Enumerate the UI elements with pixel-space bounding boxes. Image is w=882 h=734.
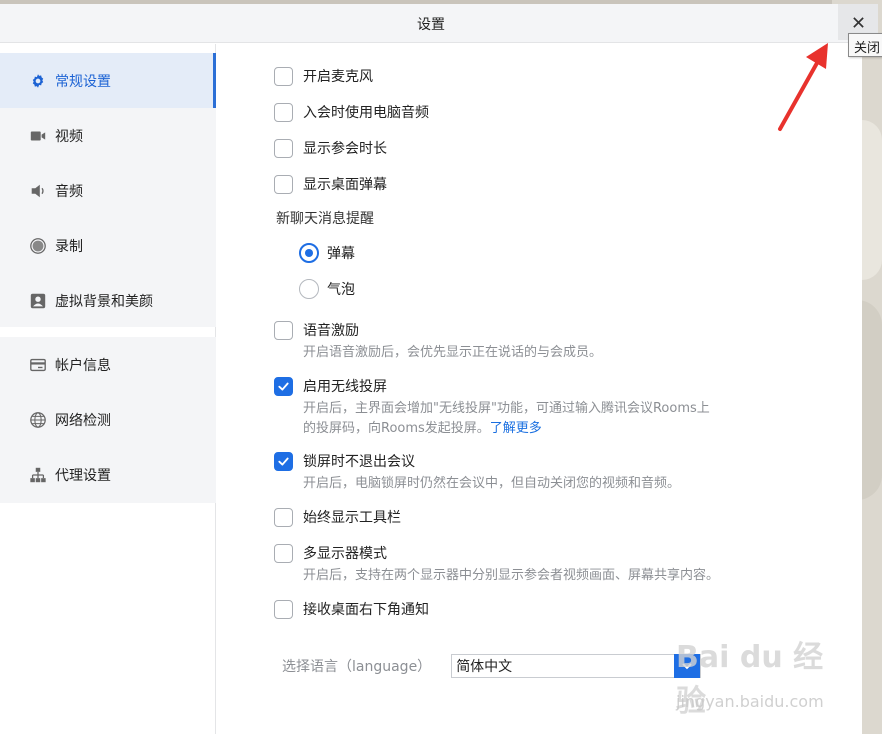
speaker-icon	[29, 182, 47, 200]
sidebar-item-label: 代理设置	[55, 467, 111, 484]
voice-motivation-description: 开启语音激励后，会优先显示正在说话的与会成员。	[303, 345, 603, 360]
close-icon	[852, 16, 864, 28]
settings-content: 开启麦克风 入会时使用电脑音频 显示参会时长 显示桌面弹幕 新聊天消息提醒 弹幕…	[217, 44, 862, 734]
record-icon	[29, 237, 47, 255]
setting-label: 语音激励	[303, 323, 359, 339]
sidebar-item-label: 录制	[55, 238, 83, 255]
radio-option-danmaku[interactable]: 弹幕	[299, 243, 355, 263]
setting-pc-audio[interactable]: 入会时使用电脑音频	[274, 102, 429, 122]
radio-label: 气泡	[327, 282, 355, 298]
description-line: 开启后，主界面会增加"无线投屏"功能，可通过输入腾讯会议Rooms上	[303, 401, 710, 416]
setting-wireless-cast[interactable]: 启用无线投屏	[274, 376, 387, 396]
setting-label: 多显示器模式	[303, 546, 387, 562]
sidebar-item-label: 音频	[55, 183, 83, 200]
sidebar-item-network-check[interactable]: 网络检测	[0, 392, 216, 447]
setting-voice-motivation[interactable]: 语音激励	[274, 320, 359, 340]
setting-label: 开启麦克风	[303, 69, 373, 85]
wireless-cast-description: 开启后，主界面会增加"无线投屏"功能，可通过输入腾讯会议Rooms上 的投屏码，…	[303, 399, 803, 439]
radio-option-bubble[interactable]: 气泡	[299, 279, 355, 299]
lock-screen-description: 开启后，电脑锁屏时仍然在会议中，但自动关闭您的视频和音频。	[303, 476, 681, 491]
desktop-danmaku-checkbox[interactable]	[274, 174, 293, 194]
window-title: 设置	[417, 17, 445, 33]
setting-mic[interactable]: 开启麦克风	[274, 66, 373, 86]
wireless-cast-checkbox[interactable]	[274, 376, 293, 396]
checkmark-icon	[278, 382, 289, 390]
sidebar-item-recording[interactable]: 录制	[0, 218, 216, 273]
mic-checkbox[interactable]	[274, 66, 293, 86]
danmaku-radio[interactable]	[299, 243, 319, 263]
multi-monitor-checkbox[interactable]	[274, 543, 293, 563]
language-select[interactable]: 简体中文	[451, 654, 702, 678]
show-duration-checkbox[interactable]	[274, 138, 293, 158]
sidebar-item-label: 视频	[55, 128, 83, 145]
close-tooltip: 关闭	[848, 33, 882, 57]
setting-label: 显示桌面弹幕	[303, 177, 387, 193]
sidebar-item-label: 帐户信息	[55, 357, 111, 374]
corner-notify-checkbox[interactable]	[274, 599, 293, 619]
sidebar-item-proxy[interactable]: 代理设置	[0, 447, 216, 502]
language-setting: 选择语言（language） 简体中文	[282, 654, 702, 678]
title-bar: 设置	[0, 4, 878, 43]
portrait-icon	[29, 292, 47, 310]
network-tree-icon	[29, 466, 47, 484]
setting-label: 始终显示工具栏	[303, 510, 401, 526]
sidebar-group-main: 常规设置 视频 音频 录制 虚拟背景和美颜	[0, 53, 216, 327]
setting-label: 显示参会时长	[303, 141, 387, 157]
sidebar-item-label: 常规设置	[55, 73, 111, 90]
learn-more-link[interactable]: 了解更多	[490, 421, 542, 436]
sidebar-group-account: 帐户信息 网络检测 代理设置	[0, 337, 216, 503]
multi-monitor-description: 开启后，支持在两个显示器中分别显示参会者视频画面、屏幕共享内容。	[303, 568, 720, 583]
toolbar-checkbox[interactable]	[274, 507, 293, 527]
chevron-down-icon	[682, 663, 692, 670]
language-label: 选择语言（language）	[282, 659, 432, 675]
sidebar-item-video[interactable]: 视频	[0, 108, 216, 163]
setting-lock-screen[interactable]: 锁屏时不退出会议	[274, 451, 415, 471]
bubble-radio[interactable]	[299, 279, 319, 299]
chat-reminder-heading: 新聊天消息提醒	[276, 211, 374, 227]
setting-multi-monitor[interactable]: 多显示器模式	[274, 543, 387, 563]
setting-label: 入会时使用电脑音频	[303, 105, 429, 121]
description-text: 的投屏码，向Rooms发起投屏。	[303, 421, 490, 436]
settings-window: 设置 常规设置 视频 音频 录制 虚拟背景和美颜 帐户信息 网络检测 代理设置 …	[0, 4, 878, 734]
setting-label: 启用无线投屏	[303, 379, 387, 395]
pc-audio-checkbox[interactable]	[274, 102, 293, 122]
sidebar-item-audio[interactable]: 音频	[0, 163, 216, 218]
sidebar-item-label: 虚拟背景和美颜	[55, 293, 153, 310]
sidebar-item-account[interactable]: 帐户信息	[0, 337, 216, 392]
description-line: 的投屏码，向Rooms发起投屏。了解更多	[303, 419, 803, 439]
setting-toolbar[interactable]: 始终显示工具栏	[274, 507, 401, 527]
dropdown-button[interactable]	[674, 654, 701, 678]
setting-label: 接收桌面右下角通知	[303, 602, 429, 618]
language-value: 简体中文	[456, 659, 513, 675]
setting-corner-notify[interactable]: 接收桌面右下角通知	[274, 599, 429, 619]
radio-label: 弹幕	[327, 246, 355, 262]
checkmark-icon	[278, 457, 289, 465]
gear-icon	[29, 72, 47, 90]
video-camera-icon	[29, 127, 47, 145]
settings-sidebar: 常规设置 视频 音频 录制 虚拟背景和美颜 帐户信息 网络检测 代理设置	[0, 44, 216, 734]
sidebar-item-general[interactable]: 常规设置	[0, 53, 216, 108]
sidebar-item-label: 网络检测	[55, 412, 111, 429]
sidebar-item-virtual-background[interactable]: 虚拟背景和美颜	[0, 273, 216, 328]
setting-desktop-danmaku[interactable]: 显示桌面弹幕	[274, 174, 387, 194]
setting-show-duration[interactable]: 显示参会时长	[274, 138, 387, 158]
voice-motivation-checkbox[interactable]	[274, 320, 293, 340]
setting-label: 锁屏时不退出会议	[303, 454, 415, 470]
card-icon	[29, 356, 47, 374]
lock-screen-checkbox[interactable]	[274, 451, 293, 471]
globe-icon	[29, 411, 47, 429]
